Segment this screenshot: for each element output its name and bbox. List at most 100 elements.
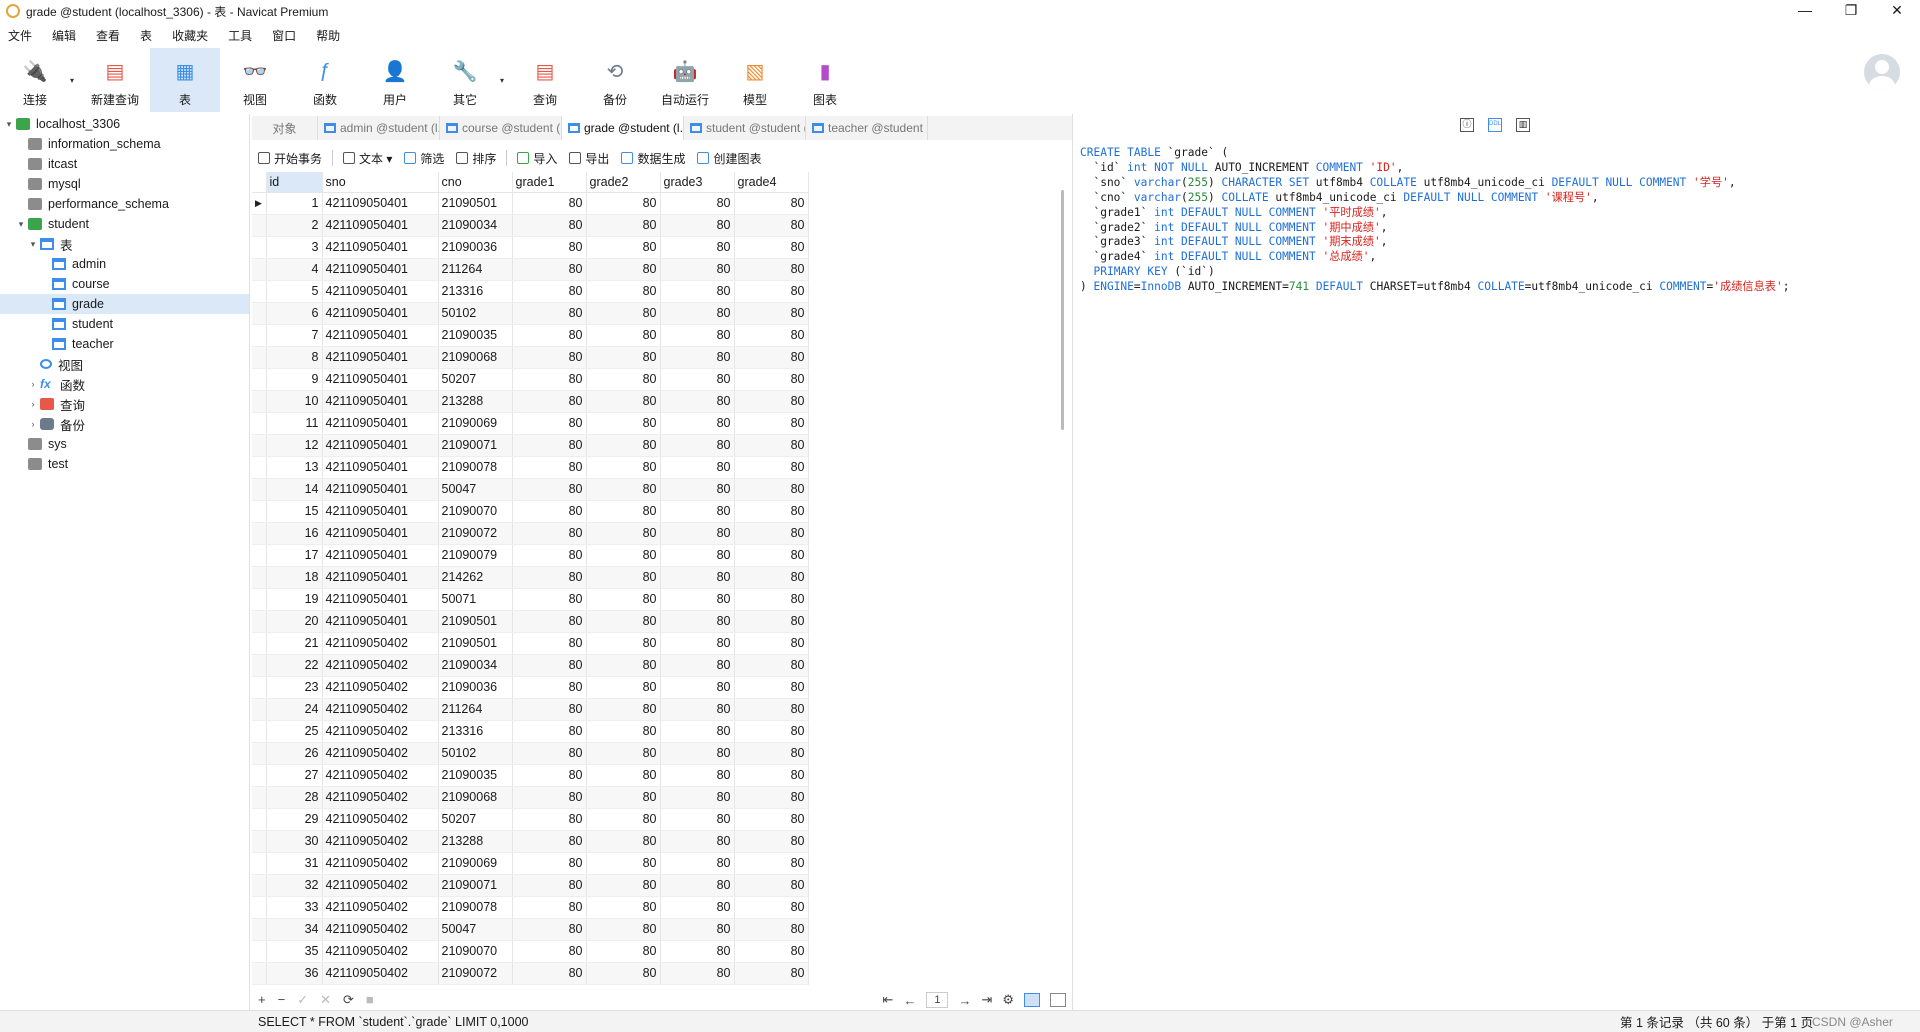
cell-cno[interactable]: 50071: [438, 588, 513, 611]
toolbar-button-5[interactable]: 👤 用户: [360, 48, 430, 112]
cell-grade4[interactable]: 80: [734, 412, 809, 435]
table-row[interactable]: 21 421109050402 21090501 80 80 80 80: [252, 632, 809, 655]
pane-divider[interactable]: [1072, 114, 1073, 1010]
cell-grade2[interactable]: 80: [586, 522, 661, 545]
cell-cno[interactable]: 21090501: [438, 192, 513, 215]
cell-sno[interactable]: 421109050401: [322, 412, 439, 435]
table-row[interactable]: ▶ 1 421109050401 21090501 80 80 80 80: [252, 192, 809, 215]
menu-tools[interactable]: 工具: [220, 27, 264, 44]
cell-id[interactable]: 22: [266, 654, 323, 677]
first-page-icon[interactable]: ⇤: [883, 992, 894, 1008]
cell-grade1[interactable]: 80: [512, 720, 587, 743]
last-page-icon[interactable]: ⇥: [981, 992, 992, 1008]
cell-grade2[interactable]: 80: [586, 236, 661, 259]
cell-grade1[interactable]: 80: [512, 654, 587, 677]
cell-id[interactable]: 9: [266, 368, 323, 391]
cell-id[interactable]: 34: [266, 918, 323, 941]
table-row[interactable]: 30 421109050402 213288 80 80 80 80: [252, 830, 809, 853]
cell-cno[interactable]: 21090079: [438, 544, 513, 567]
add-record-icon[interactable]: +: [258, 992, 266, 1008]
tree-item-course[interactable]: course: [0, 274, 249, 294]
cell-grade2[interactable]: 80: [586, 918, 661, 941]
cell-grade4[interactable]: 80: [734, 500, 809, 523]
tree-item-查询[interactable]: › 查询: [0, 394, 249, 414]
cell-grade1[interactable]: 80: [512, 368, 587, 391]
cell-grade2[interactable]: 80: [586, 764, 661, 787]
column-header-sno[interactable]: sno: [322, 172, 439, 193]
cell-cno[interactable]: 213316: [438, 280, 513, 303]
cell-id[interactable]: 5: [266, 280, 323, 303]
cell-sno[interactable]: 421109050401: [322, 434, 439, 457]
cell-grade2[interactable]: 80: [586, 940, 661, 963]
toolbar-button-6[interactable]: 🔧 其它: [430, 48, 500, 112]
column-header-cno[interactable]: cno: [438, 172, 513, 193]
cell-sno[interactable]: 421109050402: [322, 786, 439, 809]
stop-icon[interactable]: ■: [366, 992, 374, 1008]
cell-grade4[interactable]: 80: [734, 280, 809, 303]
cell-grade4[interactable]: 80: [734, 192, 809, 215]
table-row[interactable]: 24 421109050402 211264 80 80 80 80: [252, 698, 809, 721]
cell-grade2[interactable]: 80: [586, 654, 661, 677]
cell-sno[interactable]: 421109050401: [322, 236, 439, 259]
cell-grade4[interactable]: 80: [734, 236, 809, 259]
cell-grade2[interactable]: 80: [586, 808, 661, 831]
tree-item-sys[interactable]: sys: [0, 434, 249, 454]
grid-tool-4[interactable]: 导入: [511, 150, 563, 167]
cell-grade4[interactable]: 80: [734, 764, 809, 787]
tab-2[interactable]: course @student (l...: [440, 116, 562, 140]
cell-id[interactable]: 8: [266, 346, 323, 369]
cell-grade3[interactable]: 80: [660, 434, 735, 457]
cell-id[interactable]: 11: [266, 412, 323, 435]
cell-grade1[interactable]: 80: [512, 830, 587, 853]
cell-sno[interactable]: 421109050401: [322, 324, 439, 347]
cell-cno[interactable]: 21090035: [438, 764, 513, 787]
cell-grade3[interactable]: 80: [660, 808, 735, 831]
table-row[interactable]: 34 421109050402 50047 80 80 80 80: [252, 918, 809, 941]
split-view-icon[interactable]: ▥: [1516, 118, 1530, 132]
cell-grade3[interactable]: 80: [660, 610, 735, 633]
cell-sno[interactable]: 421109050401: [322, 258, 439, 281]
toolbar-button-10[interactable]: ▧ 模型: [720, 48, 790, 112]
settings-icon[interactable]: ⚙: [1002, 992, 1014, 1008]
toolbar-button-1[interactable]: ▤ 新建查询: [80, 48, 150, 112]
table-row[interactable]: 13 421109050401 21090078 80 80 80 80: [252, 456, 809, 479]
table-row[interactable]: 11 421109050401 21090069 80 80 80 80: [252, 412, 809, 435]
toolbar-button-9[interactable]: 🤖 自动运行: [650, 48, 720, 112]
cell-cno[interactable]: 21090068: [438, 346, 513, 369]
table-row[interactable]: 18 421109050401 214262 80 80 80 80: [252, 566, 809, 589]
next-page-icon[interactable]: →: [958, 993, 971, 1008]
cell-grade3[interactable]: 80: [660, 632, 735, 655]
tab-0[interactable]: 对象: [252, 116, 318, 140]
cell-cno[interactable]: 21090070: [438, 500, 513, 523]
cell-sno[interactable]: 421109050401: [322, 214, 439, 237]
cell-cno[interactable]: 50102: [438, 742, 513, 765]
cell-cno[interactable]: 21090069: [438, 852, 513, 875]
cell-sno[interactable]: 421109050402: [322, 852, 439, 875]
cell-grade4[interactable]: 80: [734, 544, 809, 567]
cell-sno[interactable]: 421109050402: [322, 742, 439, 765]
toolbar-button-4[interactable]: ƒ 函数: [290, 48, 360, 112]
toolbar-button-3[interactable]: 👓 视图: [220, 48, 290, 112]
prev-page-icon[interactable]: ←: [903, 993, 916, 1008]
cell-grade3[interactable]: 80: [660, 588, 735, 611]
table-row[interactable]: 22 421109050402 21090034 80 80 80 80: [252, 654, 809, 677]
cell-grade1[interactable]: 80: [512, 324, 587, 347]
cell-id[interactable]: 31: [266, 852, 323, 875]
cell-grade4[interactable]: 80: [734, 434, 809, 457]
cell-grade4[interactable]: 80: [734, 852, 809, 875]
cell-grade3[interactable]: 80: [660, 852, 735, 875]
cell-id[interactable]: 12: [266, 434, 323, 457]
table-row[interactable]: 25 421109050402 213316 80 80 80 80: [252, 720, 809, 743]
cell-grade4[interactable]: 80: [734, 632, 809, 655]
cell-grade1[interactable]: 80: [512, 786, 587, 809]
table-row[interactable]: 26 421109050402 50102 80 80 80 80: [252, 742, 809, 765]
table-row[interactable]: 8 421109050401 21090068 80 80 80 80: [252, 346, 809, 369]
cell-cno[interactable]: 21090034: [438, 214, 513, 237]
cell-sno[interactable]: 421109050402: [322, 654, 439, 677]
column-header-id[interactable]: id: [266, 172, 323, 193]
cell-grade3[interactable]: 80: [660, 720, 735, 743]
cell-grade1[interactable]: 80: [512, 962, 587, 985]
cell-grade4[interactable]: 80: [734, 698, 809, 721]
tree-item-student[interactable]: ▾ student: [0, 214, 249, 234]
menu-table[interactable]: 表: [132, 27, 164, 44]
